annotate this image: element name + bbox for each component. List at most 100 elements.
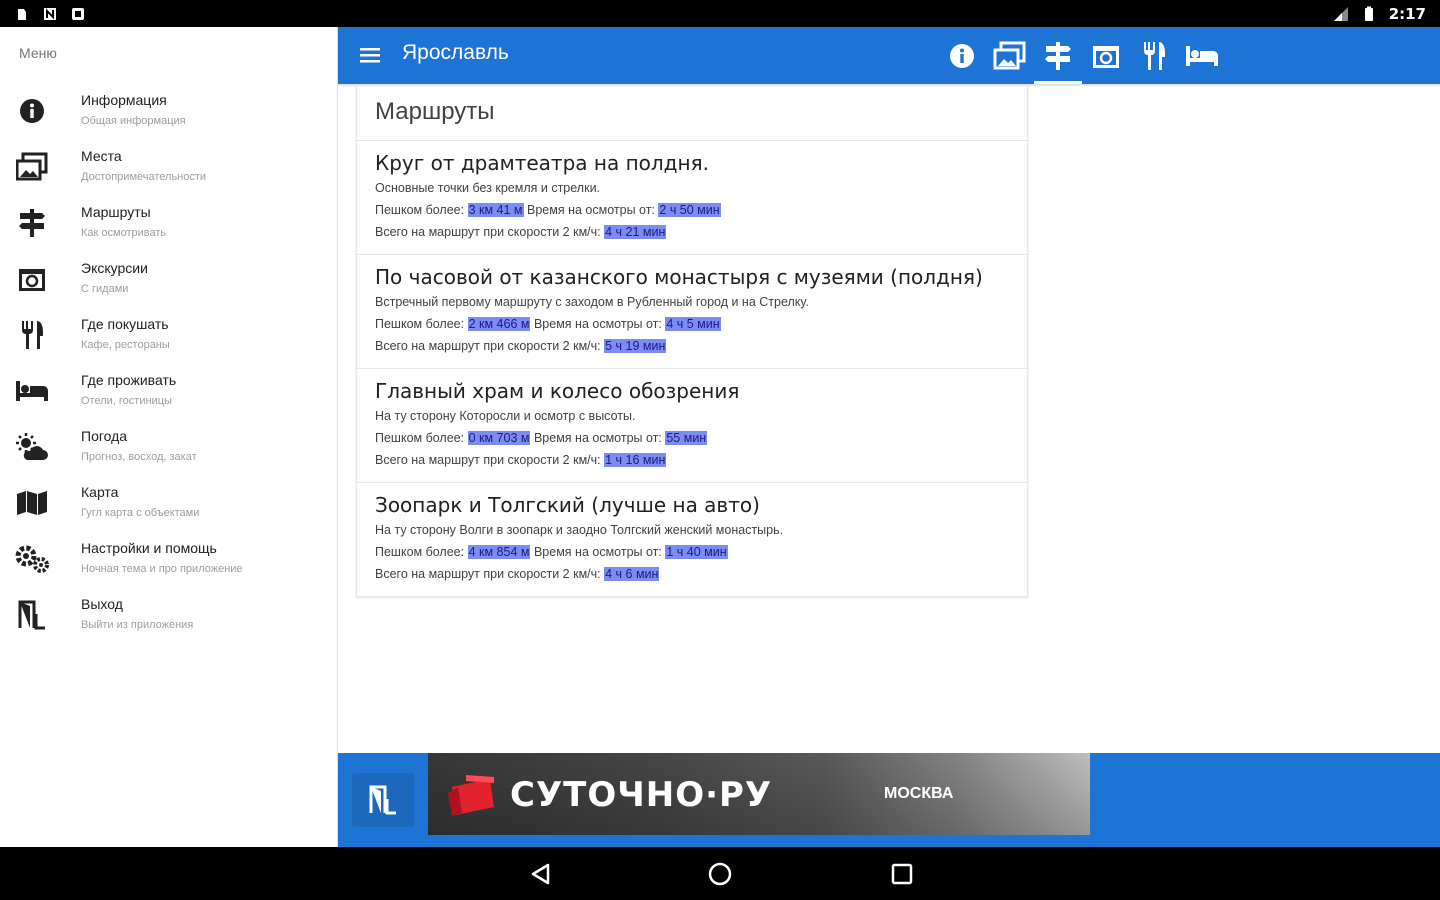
route-item[interactable]: Главный храм и колесо обозрения На ту ст… [357, 369, 1027, 483]
notification-icon [18, 8, 26, 20]
ad-brand: СУТОЧНО·РУ [510, 775, 773, 815]
menu-label: Карта [81, 484, 119, 500]
appbar-shadow [338, 84, 1440, 87]
walk-label: Пешком более: [375, 545, 465, 559]
menu-sub: Как осмотривать [81, 227, 167, 239]
menu-item-info[interactable]: Информация Общая информация [0, 83, 338, 139]
walk-value: 3 км 41 м [467, 203, 524, 217]
menu-item-places[interactable]: Места Достопримечательности [0, 139, 338, 195]
view-value: 1 ч 40 мин [665, 545, 728, 559]
settings-icon [14, 541, 50, 577]
menu-label: Маршруты [81, 204, 151, 220]
route-walk-line: Пешком более: 4 км 854 м Время на осмотр… [375, 541, 1009, 563]
route-item[interactable]: По часовой от казанского монастыря с муз… [357, 255, 1027, 369]
menu-item-routes[interactable]: Маршруты Как осмотривать [0, 195, 338, 251]
menu-item-map[interactable]: Карта Гугл карта с объектами [0, 475, 338, 531]
tab-info[interactable] [938, 27, 986, 84]
menu-item-settings[interactable]: Настройки и помощь Ночная тема и про прил… [0, 531, 338, 587]
menu-sub: Прогноз, восход, закат [81, 451, 197, 463]
menu-label: Где проживать [81, 372, 177, 388]
tour-icon [14, 261, 50, 297]
menu-label: Места [81, 148, 122, 164]
back-button[interactable] [526, 860, 554, 888]
route-desc: На ту сторону Волги в зоопарк и заодно Т… [375, 523, 784, 537]
total-label: Всего на маршрут при скорости 2 км/ч: [375, 453, 601, 467]
menu-item-weather[interactable]: Погода Прогноз, восход, закат [0, 419, 338, 475]
recents-button[interactable] [888, 860, 916, 888]
menu-item-hotels[interactable]: Где проживать Отели, гостиницы [0, 363, 338, 419]
status-bar: 2:17 [0, 0, 1440, 27]
menu-label: Где покушать [81, 316, 169, 332]
route-desc: Встречный первому маршруту с заходом в Р… [375, 295, 809, 309]
view-value: 2 ч 50 мин [658, 203, 721, 217]
menu-sub: Кафе, рестораны [81, 339, 170, 351]
tab-places[interactable] [986, 27, 1034, 84]
photos-icon [993, 41, 1026, 69]
ad-logo-icon [448, 775, 494, 816]
weather-icon [14, 429, 50, 465]
map-icon [14, 485, 50, 521]
ad-banner[interactable]: СУТОЧНО·РУ МОСКВА [428, 753, 1090, 835]
exit-icon [369, 785, 396, 815]
exit-icon [14, 597, 50, 633]
walk-label: Пешком более: [375, 431, 465, 445]
menu-sub: С гидами [81, 283, 129, 295]
menu-item-tours[interactable]: Экскурсии С гидами [0, 251, 338, 307]
signpost-icon [14, 205, 50, 241]
nfc-icon [44, 7, 56, 20]
menu-item-exit[interactable]: Выход Выйти из приложения [0, 587, 338, 643]
route-title: По часовой от казанского монастыря с муз… [375, 265, 983, 289]
ad-city: МОСКВА [884, 785, 954, 802]
menu-label: Выход [81, 596, 123, 612]
total-label: Всего на маршрут при скорости 2 км/ч: [375, 567, 601, 581]
total-value: 4 ч 6 мин [604, 567, 660, 581]
route-item[interactable]: Зоопарк и Толгский (лучше на авто) На ту… [357, 483, 1027, 596]
menu-sub: Общая информация [81, 115, 186, 127]
route-total-line: Всего на маршрут при скорости 2 км/ч: 4 … [375, 221, 1009, 243]
route-walk-line: Пешком более: 2 км 466 м Время на осмотр… [375, 313, 1009, 335]
menu-label: Погода [81, 428, 128, 444]
route-total-line: Всего на маршрут при скорости 2 км/ч: 5 … [375, 335, 1009, 357]
menu-icon[interactable] [358, 43, 382, 67]
menu-sub: Отели, гостиницы [81, 395, 172, 407]
menu-sub: Ночная тема и про приложение [81, 563, 243, 575]
info-icon [950, 43, 974, 68]
routes-card: Маршруты Круг от драмтеатра на полдня. О… [356, 86, 1028, 597]
total-value: 1 ч 16 мин [604, 453, 667, 467]
tab-hotels[interactable] [1178, 27, 1226, 84]
app-bar: Ярославль [338, 27, 1440, 84]
navigation-drawer: Меню Информация Общая информация Места Дос… [0, 27, 338, 847]
info-icon [14, 93, 50, 129]
signpost-icon [1045, 41, 1071, 70]
exit-button[interactable] [352, 773, 414, 827]
view-value: 55 мин [665, 431, 708, 445]
route-item[interactable]: Круг от драмтеатра на полдня. Основные т… [357, 141, 1027, 255]
tab-tours[interactable] [1082, 27, 1130, 84]
total-value: 5 ч 19 мин [604, 339, 667, 353]
route-walk-line: Пешком более: 3 км 41 м Время на осмотры… [375, 199, 1009, 221]
restaurant-icon [1144, 41, 1165, 70]
main-content: Маршруты Круг от драмтеатра на полдня. О… [338, 84, 1440, 753]
screenshot-icon [72, 7, 84, 20]
total-label: Всего на маршрут при скорости 2 км/ч: [375, 225, 601, 239]
walk-value: 0 км 703 м [467, 431, 531, 445]
menu-item-food[interactable]: Где покушать Кафе, рестораны [0, 307, 338, 363]
route-total-line: Всего на маршрут при скорости 2 км/ч: 4 … [375, 563, 1009, 585]
routes-header: Маршруты [357, 86, 1027, 141]
tab-bar [938, 27, 1226, 84]
hotel-icon [14, 373, 50, 409]
home-button[interactable] [706, 860, 734, 888]
route-total-line: Всего на маршрут при скорости 2 км/ч: 1 … [375, 449, 1009, 471]
menu-label: Настройки и помощь [81, 540, 217, 556]
route-desc: На ту сторону Которосли и осмотр с высот… [375, 409, 636, 423]
page-title: Ярославль [402, 41, 509, 64]
tab-food[interactable] [1130, 27, 1178, 84]
bottom-bar: СУТОЧНО·РУ МОСКВА [338, 753, 1440, 847]
photos-icon [14, 149, 50, 185]
menu-sub: Гугл карта с объектами [81, 507, 200, 519]
menu-sub: Достопримечательности [81, 171, 207, 183]
route-desc: Основные точки без кремля и стрелки. [375, 181, 601, 195]
tab-routes[interactable] [1034, 27, 1082, 84]
system-nav-bar [0, 847, 1440, 900]
view-label: Время на осмотры от: [533, 545, 662, 559]
